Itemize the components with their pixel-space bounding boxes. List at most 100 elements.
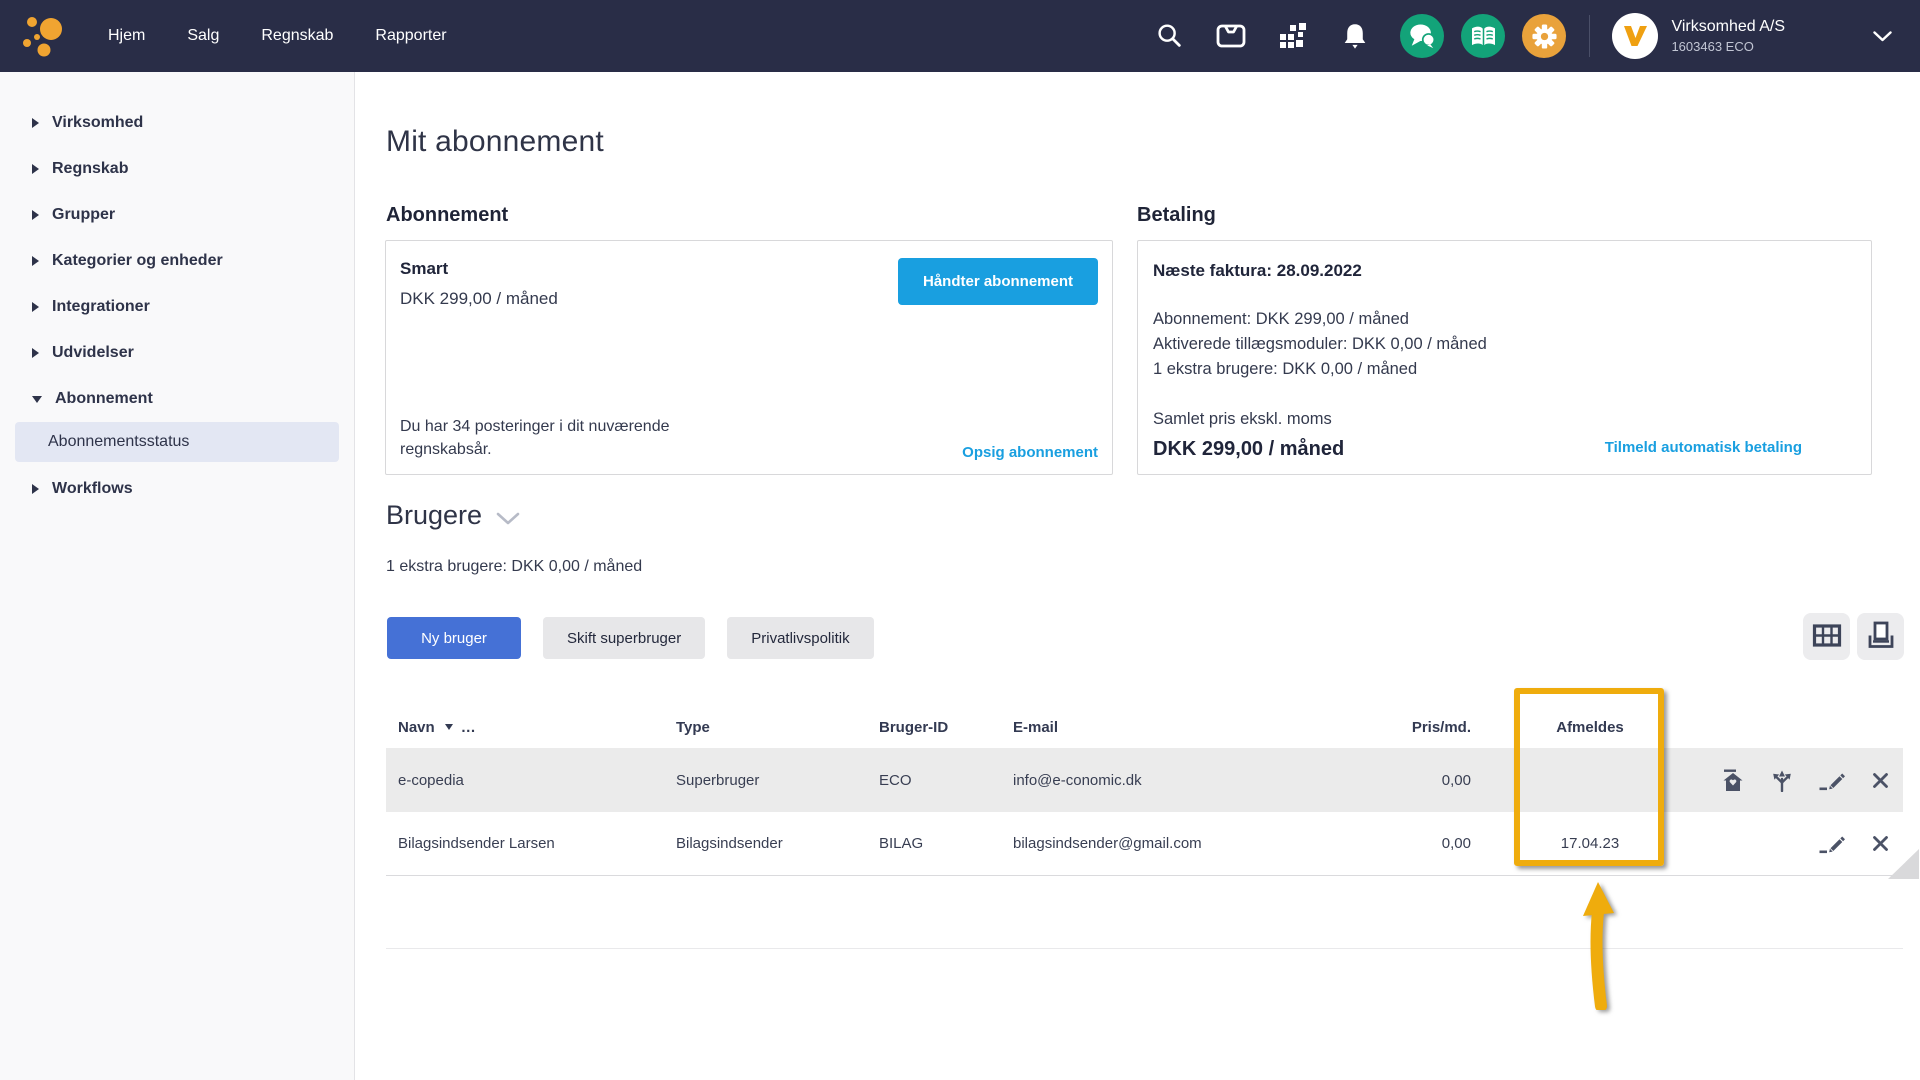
user-access-icon[interactable] <box>1770 769 1794 792</box>
cell-user-id: ECO <box>879 772 1013 789</box>
chevron-right-icon <box>32 164 39 174</box>
table-row-superuser: e-copedia Superbruger ECO info@e-conomic… <box>386 748 1903 812</box>
column-options-icon[interactable]: … <box>461 719 477 736</box>
menu-item-regnskab[interactable]: Regnskab <box>261 27 333 45</box>
search-icon[interactable] <box>1152 21 1186 51</box>
users-subtitle: 1 ekstra brugere: DKK 0,00 / måned <box>386 558 642 576</box>
manage-subscription-button[interactable]: Håndter abonnement <box>898 258 1098 305</box>
sidebar-item-udvidelser[interactable]: Udvidelser <box>0 330 354 376</box>
company-switcher[interactable]: Virksomhed A/S 1603463 ECO <box>1612 13 1785 59</box>
app-logo-icon[interactable] <box>20 12 68 60</box>
autopay-signup-link[interactable]: Tilmeld automatisk betaling <box>1605 439 1802 456</box>
cell-afmeldes: 17.04.23 <box>1517 835 1663 852</box>
column-header-email: E-mail <box>1013 719 1281 736</box>
highlight-arrow-annotation <box>1568 878 1638 1015</box>
chevron-down-icon[interactable] <box>1873 31 1892 42</box>
sidebar-item-label: Kategorier og enheder <box>52 252 223 270</box>
sidebar-item-grupper[interactable]: Grupper <box>0 192 354 238</box>
main-menu: Hjem Salg Regnskab Rapporter <box>108 27 447 45</box>
total-price-label: Samlet pris ekskl. moms <box>1153 410 1856 429</box>
company-id: 1603463 ECO <box>1671 39 1785 54</box>
sidebar-item-label: Abonnement <box>55 390 153 408</box>
payment-line-extra-users: 1 ekstra brugere: DKK 0,00 / måned <box>1153 357 1856 382</box>
sidebar-item-label: Workflows <box>52 480 133 498</box>
page-title: Mit abonnement <box>386 125 604 159</box>
sidebar-item-abonnement[interactable]: Abonnement <box>0 376 354 422</box>
home-icon[interactable] <box>1721 769 1745 792</box>
cell-email: bilagsindsender@gmail.com <box>1013 835 1281 852</box>
sort-caret-icon[interactable] <box>445 724 453 730</box>
sidebar-item-label: Virksomhed <box>52 114 143 132</box>
sidebar-item-integrationer[interactable]: Integrationer <box>0 284 354 330</box>
chevron-right-icon <box>32 118 39 128</box>
chevron-right-icon <box>32 256 39 266</box>
cell-price: 0,00 <box>1281 835 1471 852</box>
cell-email: info@e-conomic.dk <box>1013 772 1281 789</box>
change-superuser-button[interactable]: Skift superbruger <box>543 617 705 659</box>
print-icon <box>1866 621 1896 652</box>
cancel-subscription-link[interactable]: Opsig abonnement <box>962 444 1098 461</box>
inbox-icon[interactable] <box>1214 21 1248 51</box>
table-bottom-border <box>386 948 1903 949</box>
navbar-right: Virksomhed A/S 1603463 ECO <box>1152 13 1920 59</box>
menu-item-salg[interactable]: Salg <box>187 27 219 45</box>
top-navbar: Hjem Salg Regnskab Rapporter <box>0 0 1920 72</box>
sidebar-item-virksomhed[interactable]: Virksomhed <box>0 100 354 146</box>
company-avatar <box>1612 13 1658 59</box>
next-invoice: Næste faktura: 28.09.2022 <box>1153 261 1856 281</box>
table-row-bilagsindsender: Bilagsindsender Larsen Bilagsindsender B… <box>386 812 1903 876</box>
cell-price: 0,00 <box>1281 772 1471 789</box>
cell-type: Bilagsindsender <box>676 835 879 852</box>
chevron-right-icon <box>32 302 39 312</box>
column-header-navn: Navn <box>398 719 435 736</box>
subscription-card: Smart DKK 299,00 / måned Håndter abonnem… <box>385 240 1113 475</box>
users-table-header: Navn … Type Bruger-ID E-mail Pris/md. Af… <box>386 706 1903 748</box>
sidebar-item-kategorier[interactable]: Kategorier og enheder <box>0 238 354 284</box>
chevron-right-icon <box>32 348 39 358</box>
settings-gear-icon[interactable] <box>1522 14 1566 58</box>
company-name: Virksomhed A/S <box>1671 18 1785 36</box>
column-header-type: Type <box>676 719 879 736</box>
apps-grid-icon[interactable] <box>1276 21 1310 51</box>
help-book-icon[interactable] <box>1461 14 1505 58</box>
column-header-bruger-id: Bruger-ID <box>879 719 1013 736</box>
new-user-button[interactable]: Ny bruger <box>387 617 521 659</box>
sidebar-item-label: Integrationer <box>52 298 150 316</box>
sidebar-item-abonnementsstatus-active[interactable]: Abonnementsstatus <box>15 422 339 462</box>
resize-grip[interactable] <box>1888 849 1919 879</box>
chevron-down-icon <box>32 396 42 403</box>
payment-line-modules: Aktiverede tillægsmoduler: DKK 0,00 / må… <box>1153 332 1856 357</box>
menu-item-hjem[interactable]: Hjem <box>108 27 145 45</box>
menu-item-rapporter[interactable]: Rapporter <box>375 27 446 45</box>
sidebar-item-workflows[interactable]: Workflows <box>0 466 354 512</box>
main-content: Mit abonnement Abonnement Betaling Smart… <box>356 72 1920 1080</box>
users-heading: Brugere <box>386 500 482 531</box>
sidebar-item-label: Udvidelser <box>52 344 134 362</box>
privacy-policy-button[interactable]: Privatlivspolitik <box>727 617 873 659</box>
cell-name: Bilagsindsender Larsen <box>386 835 676 852</box>
sidebar-subitem-label: Abonnementsstatus <box>48 433 189 451</box>
collapse-chevron-icon[interactable] <box>496 512 520 525</box>
notifications-bell-icon[interactable] <box>1338 21 1372 51</box>
chevron-right-icon <box>32 484 39 494</box>
delete-icon[interactable] <box>1871 771 1890 790</box>
payment-card: Næste faktura: 28.09.2022 Abonnement: DK… <box>1137 240 1872 475</box>
cell-user-id: BILAG <box>879 835 1013 852</box>
subscription-section-heading: Abonnement <box>386 204 508 227</box>
navbar-divider <box>1589 15 1590 57</box>
edit-icon[interactable] <box>1819 770 1846 791</box>
chevron-right-icon <box>32 210 39 220</box>
edit-icon[interactable] <box>1819 833 1846 854</box>
postings-info: Du har 34 posteringer i dit nuværende re… <box>400 415 710 461</box>
column-header-afmeldes: Afmeldes <box>1517 719 1663 736</box>
print-button[interactable] <box>1857 613 1904 660</box>
payment-line-subscription: Abonnement: DKK 299,00 / måned <box>1153 307 1856 332</box>
chat-support-icon[interactable] <box>1400 14 1444 58</box>
table-grid-icon <box>1812 623 1842 651</box>
payment-section-heading: Betaling <box>1137 204 1216 227</box>
sidebar-item-regnskab[interactable]: Regnskab <box>0 146 354 192</box>
cell-name: e-copedia <box>386 772 676 789</box>
table-view-button[interactable] <box>1803 613 1850 660</box>
users-table: Navn … Type Bruger-ID E-mail Pris/md. Af… <box>386 706 1903 876</box>
cell-type: Superbruger <box>676 772 879 789</box>
